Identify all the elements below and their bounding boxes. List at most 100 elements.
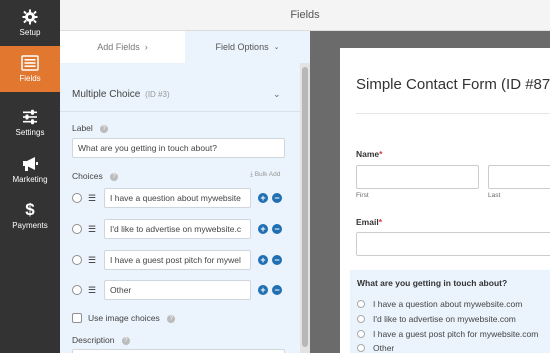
divider <box>60 111 300 112</box>
default-radio[interactable] <box>72 255 82 265</box>
choice-row: ☰ I have a guest post pitch for mywel + … <box>72 250 287 270</box>
image-choices-text: Use image choices <box>88 313 160 323</box>
nav-label-setup: Setup <box>19 28 41 37</box>
multiple-choice-field-preview[interactable]: What are you getting in touch about? I h… <box>350 270 550 353</box>
description-input[interactable] <box>72 349 285 353</box>
choice-input[interactable]: I have a guest post pitch for mywel <box>104 250 251 270</box>
tab-add-fields[interactable]: Add Fields › <box>60 31 185 63</box>
add-choice-button[interactable]: + <box>258 285 268 295</box>
image-choices-checkbox[interactable] <box>72 313 82 323</box>
remove-choice-button[interactable]: − <box>272 193 282 203</box>
default-radio[interactable] <box>72 224 82 234</box>
help-icon[interactable]: ? <box>110 172 119 181</box>
mc-radio[interactable] <box>357 315 365 323</box>
add-choice-button[interactable]: + <box>258 193 268 203</box>
email-field-label[interactable]: Email* <box>356 217 382 227</box>
help-icon[interactable]: ? <box>100 124 109 133</box>
nav-label-fields: Fields <box>19 74 41 83</box>
top-bar: Fields <box>60 0 550 31</box>
nav-label-settings: Settings <box>15 128 45 137</box>
label-input[interactable]: What are you getting in touch about? <box>72 138 285 158</box>
mc-choice: I have a question about mywebsite.com <box>357 298 550 310</box>
remove-choice-button[interactable]: − <box>272 255 282 265</box>
mc-choice-label: Other <box>373 343 395 353</box>
form-title: Simple Contact Form (ID #87 <box>356 76 550 93</box>
remove-choice-button[interactable]: − <box>272 224 282 234</box>
drag-handle-icon[interactable]: ☰ <box>88 224 98 234</box>
mc-choice-label: I have a guest post pitch for mywebsite.… <box>373 329 539 339</box>
panel-tabs: Add Fields › Field Options ⌄ <box>60 31 310 63</box>
mc-choice: I'd like to advertise on mywebsite.com <box>357 313 550 325</box>
nav-item-settings[interactable]: Settings <box>0 100 60 146</box>
tab-add-fields-label: Add Fields <box>97 42 140 52</box>
drag-handle-icon[interactable]: ☰ <box>88 285 98 295</box>
choice-row: ☰ Other + − <box>72 280 287 300</box>
last-name-input[interactable] <box>488 165 550 189</box>
choices-heading-text: Choices <box>72 171 103 181</box>
default-radio[interactable] <box>72 193 82 203</box>
gear-icon <box>21 9 39 25</box>
nav-item-setup[interactable]: Setup <box>0 0 60 46</box>
description-heading: Description ? <box>72 335 130 345</box>
image-choices-label: Use image choices ? <box>88 313 176 323</box>
mc-radio[interactable] <box>357 330 365 338</box>
chevron-down-icon: ⌄ <box>273 44 280 51</box>
choice-input[interactable]: Other <box>104 280 251 300</box>
fields-list-icon <box>21 55 39 71</box>
dollar-icon: $ <box>25 200 35 219</box>
chevron-right-icon: › <box>144 42 148 52</box>
bulk-add-label: Bulk Add <box>254 171 281 178</box>
left-nav: Setup Fields Settings Marketing $ Paymen… <box>0 0 60 353</box>
label-heading: Label ? <box>72 123 109 133</box>
required-marker: * <box>379 149 383 159</box>
form-divider <box>356 113 550 114</box>
page-title: Fields <box>290 9 320 21</box>
bulk-add-link[interactable]: ⤓ Bulk Add <box>250 171 280 179</box>
choices-heading: Choices ? <box>72 171 119 181</box>
tab-field-options-label: Field Options <box>215 42 269 52</box>
choice-row: ☰ I have a question about mywebsite + − <box>72 188 287 208</box>
nav-item-fields[interactable]: Fields <box>0 46 60 92</box>
required-marker: * <box>378 217 382 227</box>
form-preview: Simple Contact Form (ID #87 Name* First … <box>310 31 550 353</box>
nav-item-marketing[interactable]: Marketing <box>0 147 60 193</box>
choice-input[interactable]: I have a question about mywebsite <box>104 188 251 208</box>
add-choice-button[interactable]: + <box>258 255 268 265</box>
remove-choice-button[interactable]: − <box>272 285 282 295</box>
description-heading-text: Description <box>72 335 115 345</box>
drag-handle-icon[interactable]: ☰ <box>88 193 98 203</box>
choice-input[interactable]: I'd like to advertise on mywebsite.c <box>104 219 251 239</box>
field-header[interactable]: Multiple Choice (ID #3) <box>72 89 170 100</box>
field-id: (ID #3) <box>145 90 170 99</box>
add-choice-button[interactable]: + <box>258 224 268 234</box>
mc-choice-label: I'd like to advertise on mywebsite.com <box>373 314 516 324</box>
help-icon[interactable]: ? <box>121 336 130 345</box>
drag-handle-icon[interactable]: ☰ <box>88 255 98 265</box>
mc-radio[interactable] <box>357 344 365 352</box>
form-card: Simple Contact Form (ID #87 Name* First … <box>340 48 550 353</box>
field-type-label: Multiple Choice <box>72 89 141 100</box>
name-field-label[interactable]: Name* <box>356 149 382 159</box>
mc-choice: I have a guest post pitch for mywebsite.… <box>357 328 550 340</box>
help-icon[interactable]: ? <box>167 314 176 323</box>
first-sub-label: First <box>356 192 369 199</box>
field-options-panel: Multiple Choice (ID #3) ⌄ Label ? What a… <box>60 63 300 353</box>
collapse-chevron-icon[interactable]: ⌄ <box>273 89 281 100</box>
scrollbar-thumb[interactable] <box>302 67 308 347</box>
nav-item-payments[interactable]: $ Payments <box>0 193 60 239</box>
first-name-input[interactable] <box>356 165 479 189</box>
mc-choice-label: I have a question about mywebsite.com <box>373 299 523 309</box>
email-input[interactable] <box>356 232 550 256</box>
mc-choice: Other <box>357 342 550 353</box>
name-label-text: Name <box>356 149 380 159</box>
mc-radio[interactable] <box>357 300 365 308</box>
nav-label-marketing: Marketing <box>12 175 48 184</box>
default-radio[interactable] <box>72 285 82 295</box>
megaphone-icon <box>21 156 39 172</box>
panel-scrollbar[interactable] <box>300 63 310 353</box>
label-heading-text: Label <box>72 123 93 133</box>
nav-label-payments: Payments <box>12 221 48 230</box>
tab-field-options[interactable]: Field Options ⌄ <box>185 31 310 63</box>
last-sub-label: Last <box>488 192 501 199</box>
email-label-text: Email <box>356 217 379 227</box>
